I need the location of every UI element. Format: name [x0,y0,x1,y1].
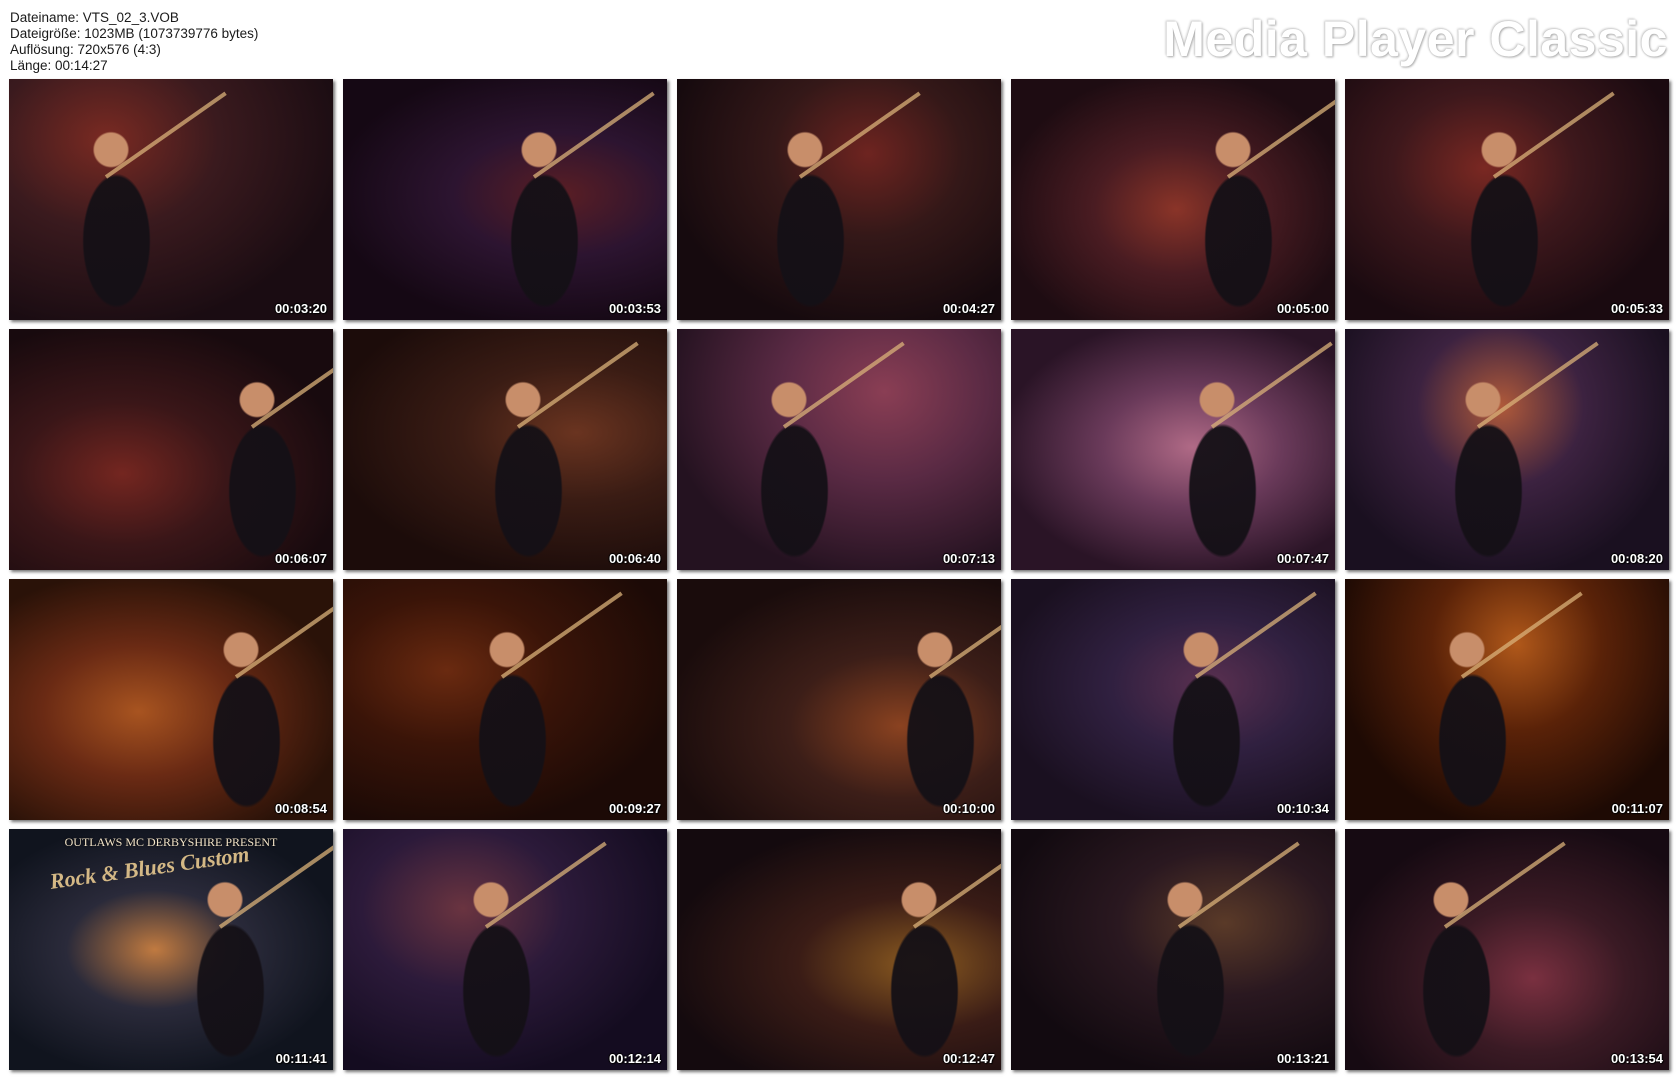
thumbnail-timestamp: 00:08:20 [1610,551,1663,566]
thumbnail-timestamp: 00:03:53 [608,301,661,316]
thumbnail-timestamp: 00:11:41 [275,1051,327,1066]
performer-figure [495,122,606,320]
performer-figure [446,872,557,1070]
filesize-text: Dateigröße: 1023MB (1073739776 bytes) [10,26,259,41]
thumbnail-timestamp: 00:05:33 [1610,301,1663,316]
resolution-text: Auflösung: 720x576 (4:3) [10,42,161,57]
thumbnail-timestamp: 00:06:40 [608,551,661,566]
performer-figure [1455,122,1566,320]
filename-text: Dateiname: VTS_02_3.VOB [10,10,179,25]
performer-figure [890,622,1001,820]
video-thumbnail: 00:06:07 [9,329,333,570]
performer-figure [745,372,856,570]
performer-figure [196,622,308,820]
thumbnail-timestamp: 00:04:27 [942,301,995,316]
thumbnail-timestamp: 00:13:21 [1276,1051,1329,1066]
brand-logo: Media Player Classic [1163,11,1668,67]
video-thumbnail: 00:10:34 [1011,579,1335,820]
thumbnail-timestamp: 00:07:13 [942,551,995,566]
length-text: Länge: 00:14:27 [10,58,108,73]
thumbnail-grid: 00:03:20 00:03:53 00:04:27 00:05:00 00:05:33… [9,79,1673,1075]
banner-caption: OUTLAWS MC DERBYSHIRE PRESENT [64,835,278,849]
thumbnail-timestamp: 00:13:54 [1610,1051,1663,1066]
video-thumbnail: 00:04:27 [677,79,1001,320]
performer-figure [1406,872,1517,1070]
video-thumbnail: 00:07:47 [1011,329,1335,570]
video-thumbnail: 00:05:00 [1011,79,1335,320]
video-thumbnail: 00:08:54 [9,579,333,820]
video-thumbnail: 00:08:20 [1345,329,1669,570]
performer-figure [1189,122,1300,320]
video-thumbnail: 00:13:54 [1345,829,1669,1070]
video-thumbnail: 00:06:40 [343,329,667,570]
thumbnail-timestamp: 00:03:20 [274,301,327,316]
performer-figure [1422,622,1533,820]
video-thumbnail: 00:12:47 [677,829,1001,1070]
video-thumbnail: 00:03:53 [343,79,667,320]
performer-figure [213,372,324,570]
thumbnail-timestamp: 00:10:34 [1276,801,1329,816]
performer-figure [761,122,872,320]
video-thumbnail: 00:12:14 [343,829,667,1070]
performer-figure [1140,872,1251,1070]
video-thumbnail: 00:03:20 [9,79,333,320]
performer-figure [479,372,590,570]
performer-figure [180,872,291,1070]
video-thumbnail: 00:11:07 [1345,579,1669,820]
performer-figure [462,622,574,820]
thumbnail-timestamp: 00:12:14 [608,1051,661,1066]
performer-figure [1173,372,1284,570]
thumbnail-timestamp: 00:11:07 [1611,801,1663,816]
thumbnail-timestamp: 00:12:47 [942,1051,995,1066]
video-thumbnail: 00:07:13 [677,329,1001,570]
thumbnail-timestamp: 00:10:00 [942,801,995,816]
video-thumbnail: 00:05:33 [1345,79,1669,320]
video-thumbnail: 00:10:00 [677,579,1001,820]
performer-figure [67,122,178,320]
thumbnail-timestamp: 00:09:27 [608,801,661,816]
thumbnail-timestamp: 00:05:00 [1276,301,1329,316]
thumbnail-timestamp: 00:06:07 [274,551,327,566]
performer-figure [1438,372,1550,570]
video-thumbnail: 00:13:21 [1011,829,1335,1070]
video-thumbnail: OUTLAWS MC DERBYSHIRE PRESENT Rock & Blue… [9,829,333,1070]
video-thumbnail: 00:09:27 [343,579,667,820]
performer-figure [1156,622,1267,820]
thumbnail-timestamp: 00:08:54 [274,801,327,816]
performer-figure [874,872,985,1070]
thumbnail-timestamp: 00:07:47 [1276,551,1329,566]
file-info-panel: Dateiname: VTS_02_3.VOB Dateigröße: 1023… [10,10,258,74]
